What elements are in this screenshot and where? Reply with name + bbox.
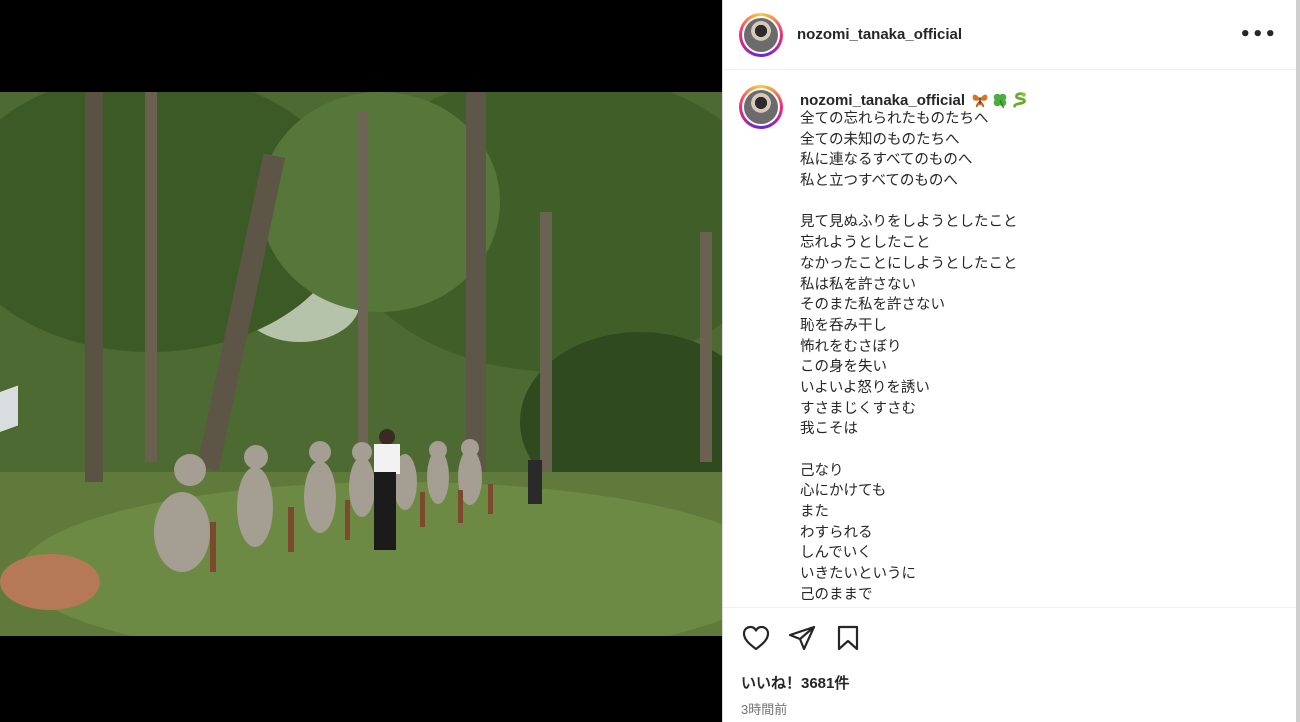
caption-line: 我こそは [800, 421, 858, 438]
caption-line [800, 440, 1029, 461]
caption-line: わすられる [800, 524, 873, 541]
caption-user-line: nozomi_tanaka_official [800, 91, 1029, 109]
avatar-image [744, 90, 778, 124]
caption-line: すさまじくすさむ [800, 400, 916, 417]
page-scrollbar[interactable] [1296, 0, 1300, 722]
like-heart-icon[interactable] [741, 623, 771, 653]
caption-row: nozomi_tanaka_official 全ての忘れられたものたちへ 全ての… [739, 85, 1281, 606]
caption-line: 己なり [800, 462, 844, 479]
caption-line: 忘れようとしたこと [800, 235, 931, 252]
caption-line: いよいよ怒りを誘い [800, 379, 930, 396]
caption-emojis [971, 91, 1029, 109]
action-icons-row [741, 608, 1279, 668]
avatar-frame [742, 15, 780, 54]
caption-line: 私に連なるすべてのものへ [800, 152, 973, 169]
post-modal: nozomi_tanaka_official ••• nozomi_tanaka… [0, 0, 1297, 722]
post-photo[interactable] [0, 92, 722, 636]
caption-body: nozomi_tanaka_official 全ての忘れられたものたちへ 全ての… [800, 91, 1029, 606]
caption-avatar[interactable] [739, 85, 783, 129]
caption-line [800, 192, 1029, 213]
caption-line: 己のままで [800, 586, 873, 603]
caption-line: しんでいく [800, 545, 872, 562]
avatar-frame [742, 88, 780, 126]
four-leaf-clover-emoji-icon [993, 93, 1007, 109]
caption-scroll-area[interactable]: nozomi_tanaka_official 全ての忘れられたものたちへ 全ての… [723, 71, 1297, 607]
caption-line: 怖れをむさぼり [800, 338, 902, 355]
caption-line: なかったことにしようとしたこと [800, 255, 1018, 272]
caption-line: この身を失い [800, 359, 887, 376]
avatar-image [744, 17, 778, 52]
caption-line: また [800, 504, 829, 521]
caption-line: そのまた私を許さない [800, 297, 945, 314]
more-options-icon[interactable]: ••• [1235, 24, 1281, 45]
caption-line: 心にかけても [800, 483, 887, 500]
post-side-panel: nozomi_tanaka_official ••• nozomi_tanaka… [722, 0, 1297, 722]
caption-line: いきたいというに [800, 566, 916, 583]
post-media [0, 0, 722, 722]
caption-username[interactable]: nozomi_tanaka_official [800, 92, 965, 109]
post-timestamp[interactable]: 3時間前 [741, 699, 1279, 718]
post-header: nozomi_tanaka_official ••• [723, 0, 1297, 70]
like-count[interactable]: いいね！3681件 [741, 672, 1279, 693]
butterfly-emoji-icon [972, 94, 988, 108]
profile-username[interactable]: nozomi_tanaka_official [797, 26, 962, 43]
caption-line: 恥を呑み干し [800, 317, 887, 334]
profile-avatar[interactable] [739, 12, 783, 57]
caption-line: 見て見ぬふりをしようとしたこと [800, 214, 1018, 231]
save-bookmark-icon[interactable] [833, 623, 863, 653]
caption-line: 全ての忘れられたものたちへ [800, 111, 989, 127]
post-actions: いいね！3681件 3時間前 [723, 607, 1297, 722]
snake-emoji-icon [1013, 92, 1026, 108]
caption-line: 私は私を許さない [800, 276, 916, 293]
caption-text: 全ての忘れられたものたちへ 全ての未知のものたちへ 私に連なるすべてのものへ 私と立つ… [800, 109, 1029, 606]
caption-line: 私と立つすべてのものへ [800, 173, 958, 190]
caption-line: 全ての未知のものたちへ [800, 131, 960, 148]
share-paper-plane-icon[interactable] [787, 623, 817, 653]
